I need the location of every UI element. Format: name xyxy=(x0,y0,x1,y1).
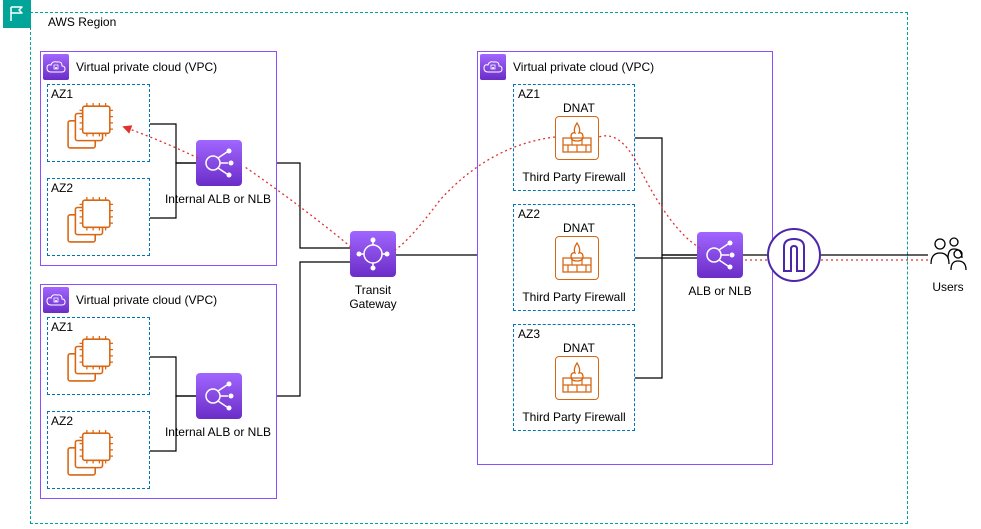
users-icon xyxy=(928,236,968,275)
dnat-label: DNAT xyxy=(563,221,595,235)
firewall-icon xyxy=(555,116,599,160)
region-icon xyxy=(3,0,31,28)
transit-gateway-label: Transit Gateway xyxy=(330,283,416,311)
vpc-a-lb-label: Internal ALB or NLB xyxy=(163,192,273,206)
ec2-icon xyxy=(61,196,119,247)
vpc-icon xyxy=(480,54,506,80)
vpc-a-label: Virtual private cloud (VPC) xyxy=(76,60,217,74)
vpc-icon xyxy=(43,54,69,80)
ec2-icon xyxy=(61,335,119,386)
load-balancer-icon xyxy=(196,373,242,419)
vpc-c-lb-label: ALB or NLB xyxy=(688,284,752,298)
vpc-b-az2-label: AZ2 xyxy=(51,414,73,428)
firewall-icon xyxy=(555,356,599,400)
vpc-c-az2-label: AZ2 xyxy=(518,207,540,221)
vpc-c-az3-label: AZ3 xyxy=(518,327,540,341)
transit-gateway-icon xyxy=(350,231,396,277)
vpc-a-az1-label: AZ1 xyxy=(51,87,73,101)
vpc-b-lb-label: Internal ALB or NLB xyxy=(163,425,273,439)
ec2-icon xyxy=(61,102,119,153)
vpc-c-label: Virtual private cloud (VPC) xyxy=(513,60,654,74)
ec2-icon xyxy=(61,429,119,480)
load-balancer-icon xyxy=(196,140,242,186)
vpc-b-az1-label: AZ1 xyxy=(51,320,73,334)
internet-gateway-icon xyxy=(767,228,821,282)
load-balancer-icon xyxy=(697,232,743,278)
fw-label: Third Party Firewall xyxy=(513,170,635,184)
users-label: Users xyxy=(928,280,968,294)
dnat-label: DNAT xyxy=(563,341,595,355)
fw-label: Third Party Firewall xyxy=(513,290,635,304)
vpc-c-az1-label: AZ1 xyxy=(518,87,540,101)
vpc-b-label: Virtual private cloud (VPC) xyxy=(76,293,217,307)
vpc-icon xyxy=(43,287,69,313)
aws-region-label: AWS Region xyxy=(48,15,116,29)
firewall-icon xyxy=(555,236,599,280)
dnat-label: DNAT xyxy=(563,101,595,115)
fw-label: Third Party Firewall xyxy=(513,410,635,424)
vpc-a-az2-label: AZ2 xyxy=(51,181,73,195)
